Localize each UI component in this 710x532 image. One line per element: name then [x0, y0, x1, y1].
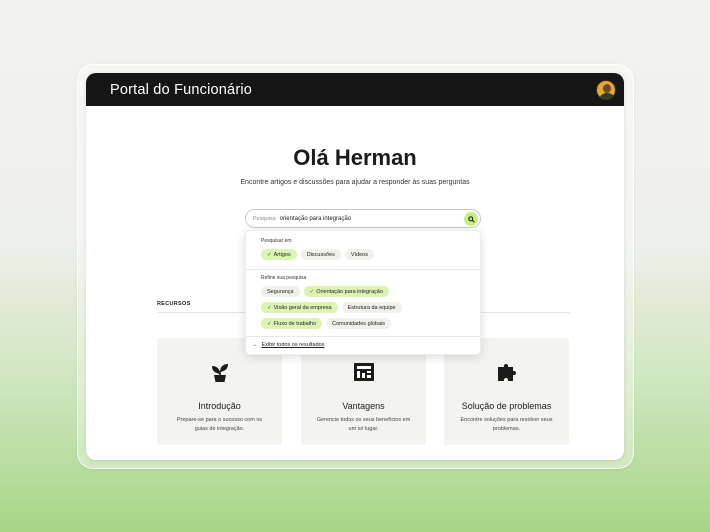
dashboard-icon — [301, 361, 426, 383]
page-subtitle: Encontre artigos e discussões para ajuda… — [240, 179, 470, 186]
check-icon: ✓ — [309, 288, 315, 295]
divider — [246, 336, 480, 337]
chip-security[interactable]: Segurança — [261, 286, 300, 297]
check-icon: ✓ — [267, 320, 272, 327]
app-title: Portal do Funcionário — [110, 81, 253, 98]
chip-onboarding[interactable]: ✓ Orientação para integração — [303, 286, 389, 297]
arrow-right-icon: → — [252, 342, 258, 348]
search-in-chips: ✓ Artigos Discussões Vídeos — [261, 249, 374, 260]
search-input[interactable]: Pesquisa orientação para integração — [245, 209, 481, 228]
refine-chips-row: ✓ Visão geral da empresa Estrutura da equ… — [261, 302, 402, 313]
divider — [246, 269, 480, 270]
card-description: Gerencie todos os seus benefícios em um … — [316, 417, 411, 432]
check-icon: ✓ — [267, 251, 272, 258]
refine-chips-row: Segurança ✓ Orientação para integração — [261, 286, 389, 297]
search-icon — [467, 215, 475, 223]
plant-icon — [157, 361, 282, 383]
search-label: Pesquisa — [253, 215, 276, 222]
card-description: Encontre soluções para resolver seus pro… — [460, 417, 553, 432]
page-title: Olá Herman — [293, 145, 417, 170]
chip-discussions[interactable]: Discussões — [300, 249, 341, 260]
search-value: orientação para integração — [279, 215, 352, 222]
search-button[interactable] — [464, 212, 478, 226]
chip-company-overview[interactable]: ✓ Visão geral da empresa — [261, 302, 338, 313]
card-description: Prepare-se para o sucesso com os guias d… — [176, 417, 263, 432]
card-title: Solução de problemas — [461, 401, 552, 411]
card-title: Introdução — [198, 401, 241, 411]
show-all-results-link[interactable]: → Exibir todos os resultados — [252, 342, 324, 348]
portal-window: Portal do Funcionário Olá Herman Encontr… — [86, 73, 624, 460]
refine-label: Refine sua pesquisa — [261, 275, 307, 281]
chip-articles[interactable]: ✓ Artigos — [261, 249, 297, 260]
avatar[interactable] — [596, 79, 616, 100]
chip-global-communities[interactable]: Comunidades globais — [326, 318, 392, 329]
chip-team-structure[interactable]: Estrutura da equipe — [341, 302, 402, 313]
check-icon: ✓ — [267, 304, 272, 311]
search-in-label: Pesquisar em — [261, 238, 292, 244]
resources-label: RECURSOS — [157, 301, 191, 307]
chip-workflow[interactable]: ✓ Fluxo de trabalho — [261, 318, 323, 329]
puzzle-icon — [444, 361, 569, 383]
search-dropdown: Pesquisar em ✓ Artigos Discussões Vídeos … — [245, 230, 481, 355]
top-bar: Portal do Funcionário — [86, 73, 624, 106]
chip-videos[interactable]: Vídeos — [344, 249, 374, 260]
card-title: Vantagens — [342, 401, 385, 411]
refine-chips-row: ✓ Fluxo de trabalho Comunidades globais — [261, 318, 392, 329]
